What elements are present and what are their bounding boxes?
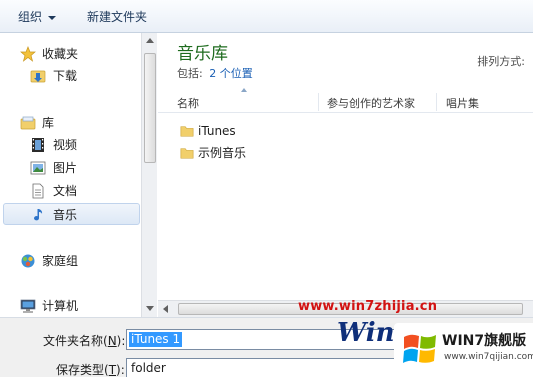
win7-badge-url: www.win7qijian.com (444, 352, 533, 362)
column-divider[interactable] (318, 93, 319, 111)
list-item-label: 示例音乐 (198, 146, 247, 160)
save-type-label: 保存类型(T): (56, 361, 125, 377)
column-header-artists[interactable]: 参与创作的艺术家 (327, 95, 415, 111)
watermark-logo: Win (337, 318, 395, 348)
column-divider[interactable] (436, 93, 437, 111)
nav-item-music[interactable]: 音乐 (3, 203, 140, 225)
nav-label-documents: 文档 (53, 184, 78, 198)
nav-item-videos[interactable]: 视频 (0, 134, 140, 156)
nav-label-libraries: 库 (42, 116, 55, 130)
document-icon (32, 183, 44, 199)
filename-label-text: 文件夹名称( (43, 334, 108, 348)
nav-item-homegroup[interactable]: 家庭组 (0, 250, 140, 272)
includes-label: 包括: (177, 67, 203, 80)
save-type-accesskey: T (108, 363, 117, 377)
library-locations: 包括: 2 个位置 (177, 65, 253, 81)
folder-name-value: iTunes 1 (129, 332, 183, 347)
windows-logo-icon (403, 334, 436, 363)
film-icon (32, 138, 44, 152)
column-header-name[interactable]: 名称 (177, 95, 199, 111)
filename-label-suffix: ): (116, 334, 126, 348)
nav-item-favorites[interactable]: 收藏夹 (0, 43, 140, 65)
scroll-up-arrow-icon[interactable] (146, 38, 154, 43)
locations-link[interactable]: 2 个位置 (209, 67, 253, 80)
new-folder-label: 新建文件夹 (87, 10, 148, 24)
scroll-down-arrow-icon[interactable] (146, 306, 154, 311)
scroll-left-arrow-icon[interactable] (163, 305, 168, 313)
music-note-icon (34, 209, 43, 221)
column-header-album[interactable]: 唱片集 (446, 95, 479, 111)
computer-icon (20, 299, 36, 313)
save-type-value: folder (131, 361, 166, 375)
nav-item-pictures[interactable]: 图片 (0, 157, 140, 179)
library-icon (20, 116, 36, 130)
nav-label-homegroup: 家庭组 (42, 254, 79, 268)
chevron-down-icon (48, 15, 57, 20)
filename-label: 文件夹名称(N): (43, 332, 125, 349)
navigation-scrollbar[interactable] (141, 33, 157, 317)
nav-item-computer[interactable]: 计算机 (0, 295, 140, 317)
nav-item-downloads[interactable]: 下载 (0, 65, 140, 87)
nav-item-documents[interactable]: 文档 (0, 180, 140, 202)
nav-label-favorites: 收藏夹 (42, 47, 79, 61)
picture-icon (30, 161, 46, 175)
new-folder-button[interactable]: 新建文件夹 (87, 8, 147, 26)
save-type-label-suffix: ): (116, 363, 125, 377)
nav-label-computer: 计算机 (42, 299, 79, 313)
content-pane: 音乐库 包括: 2 个位置 排列方式: 名称 参与创作的艺术家 唱片集 iTun… (158, 33, 533, 317)
organize-label: 组织 (18, 10, 43, 24)
navigation-pane: 收藏夹 下载 库 视频 图片 文档 音乐 家庭组 计算机 (0, 33, 157, 317)
list-item-label: iTunes (198, 124, 236, 138)
star-icon (20, 46, 36, 62)
nav-item-libraries[interactable]: 库 (0, 112, 140, 134)
library-title: 音乐库 (177, 44, 228, 64)
toolbar: 组织 新建文件夹 (0, 0, 533, 33)
nav-label-downloads: 下载 (53, 69, 78, 83)
nav-label-music: 音乐 (53, 208, 78, 222)
arrange-by-label[interactable]: 排列方式: (477, 53, 525, 69)
nav-label-videos: 视频 (53, 138, 78, 152)
folder-icon (180, 148, 194, 159)
download-folder-icon (30, 70, 46, 83)
folder-icon (180, 126, 194, 137)
homegroup-icon (21, 254, 35, 268)
column-header-row: 名称 参与创作的艺术家 唱片集 (158, 91, 533, 113)
save-type-label-text: 保存类型( (56, 363, 109, 377)
nav-label-pictures: 图片 (53, 161, 78, 175)
scrollbar-thumb[interactable] (144, 53, 156, 163)
organize-button[interactable]: 组织 (18, 8, 57, 26)
win7-badge-text: WIN7旗舰版 (442, 333, 527, 349)
filename-accesskey: N (107, 334, 117, 348)
watermark-url: www.win7zhijia.cn (298, 299, 438, 314)
